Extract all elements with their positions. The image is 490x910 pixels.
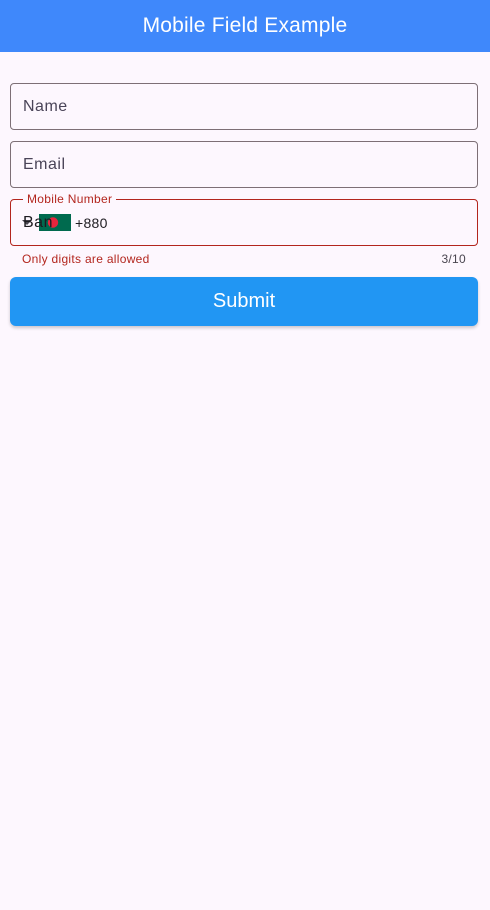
- character-counter: 3/10: [441, 252, 466, 266]
- email-input[interactable]: [11, 142, 477, 187]
- page-title: Mobile Field Example: [142, 14, 348, 37]
- submit-button[interactable]: Submit: [10, 277, 478, 326]
- app-bar: Mobile Field Example: [0, 0, 490, 52]
- mobile-number-field[interactable]: Mobile Number +880: [10, 192, 478, 246]
- name-input[interactable]: [11, 84, 477, 129]
- mobile-helper-row: Only digits are allowed 3/10: [22, 252, 466, 266]
- mobile-error-text: Only digits are allowed: [22, 252, 150, 266]
- email-field[interactable]: [10, 141, 478, 188]
- name-field[interactable]: [10, 83, 478, 130]
- mobile-number-input[interactable]: [11, 200, 477, 245]
